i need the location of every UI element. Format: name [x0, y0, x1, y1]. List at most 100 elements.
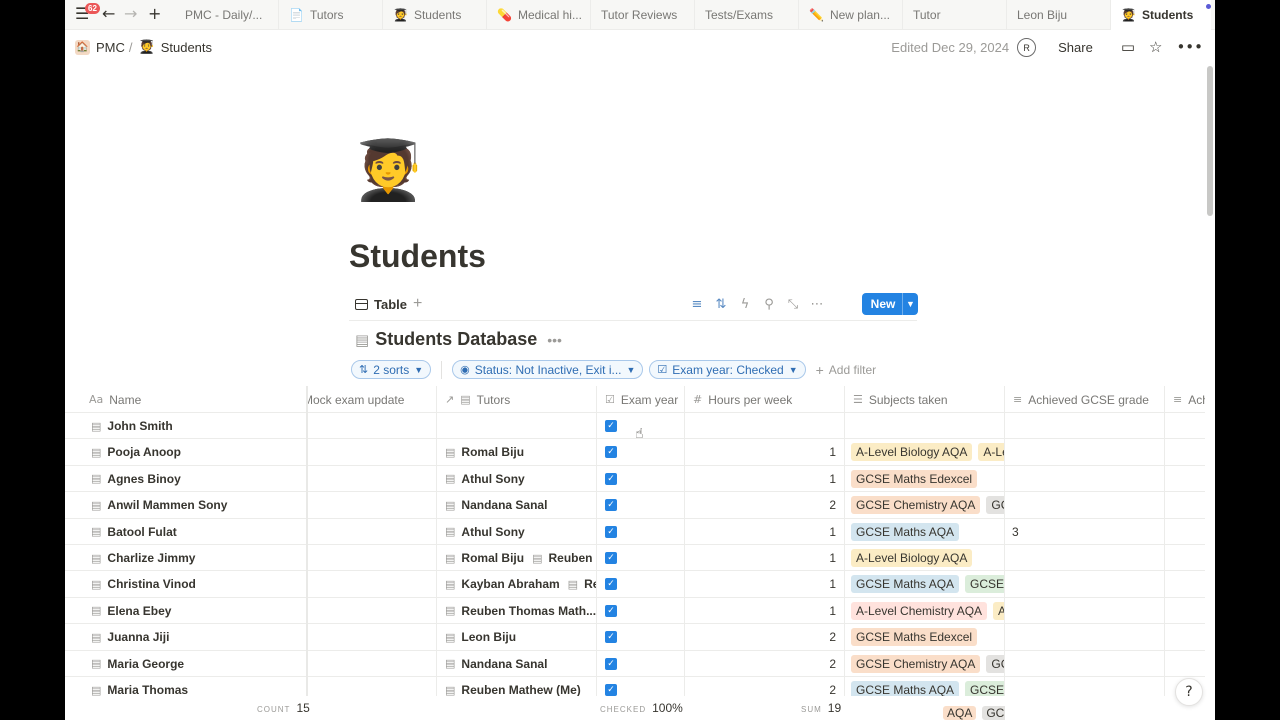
tutors-cell[interactable]: ▤ Romal Biju ▤ Reuben Th [437, 545, 597, 571]
hours-cell[interactable]: 2 [685, 624, 845, 651]
column-header-name[interactable]: Aa Name [65, 386, 307, 413]
table-row[interactable]: ▤ Elena Ebey ▤ Reuben Thomas Math... ✓ 1 A-Lev… [65, 597, 1205, 625]
add-view-icon[interactable]: + [413, 295, 422, 313]
subjects-cell[interactable]: GCSE Chemistry AQA GCSE [845, 492, 1005, 519]
browser-tab[interactable]: ✏️ New plan... [799, 0, 903, 30]
new-button[interactable]: New ▼ [862, 293, 918, 315]
subjects-cell[interactable]: GCSE Maths AQA GCSE Ph [845, 571, 1005, 598]
grade-cell[interactable]: 3 [1005, 518, 1165, 545]
extra-cell[interactable] [1165, 466, 1205, 492]
tutor-link[interactable]: Reuben Th [548, 551, 596, 565]
automation-icon[interactable]: ϟ [733, 297, 757, 312]
name-cell[interactable]: ▤ Elena Ebey [65, 597, 307, 624]
exam-year-cell[interactable]: ✓ [597, 518, 685, 545]
subjects-cell[interactable]: GCSE Maths Edexcel [845, 465, 1005, 492]
browser-tab[interactable]: 📄 Tutors [279, 0, 383, 30]
scrollbar[interactable] [1207, 66, 1213, 216]
table-row[interactable]: ▤ Batool Fulat ▤ Athul Sony ✓ 1 GCSE Maths AQA… [65, 518, 1205, 545]
exam-year-cell[interactable]: ✓ [597, 492, 685, 519]
subjects-cell[interactable]: A-Level Biology AQA A-Level [845, 439, 1005, 466]
tutor-link[interactable]: Reuben Thomas Math... [461, 604, 596, 618]
exam-year-filter-chip[interactable]: ☑ Exam year: Checked ▼ [649, 360, 806, 379]
grade-cell[interactable] [1005, 545, 1165, 571]
extra-cell[interactable] [1165, 519, 1205, 545]
checkbox-checked[interactable]: ✓ [605, 499, 617, 512]
table-row[interactable]: ▤ Charlize Jimmy ▤ Romal Biju ▤ Reuben Th ✓ 1 A-… [65, 545, 1205, 572]
tab-table[interactable]: Table [355, 297, 407, 312]
breadcrumb-current[interactable]: Students [161, 40, 212, 55]
tutors-cell[interactable]: ▤ Romal Biju [437, 439, 597, 466]
subjects-cell[interactable]: GCSE Chemistry AQA GCS [845, 650, 1005, 677]
table-row[interactable]: ▤ Anwil Mammen Sony ▤ Nandana Sanal ✓ 2 GCSE C… [65, 492, 1205, 519]
subjects-cell[interactable]: A-Level Biology AQA [845, 545, 1005, 571]
more-icon[interactable]: ••• [1176, 40, 1203, 55]
extra-cell[interactable] [1165, 413, 1205, 439]
name-cell[interactable]: ▤ Juanna Jiji [65, 624, 307, 651]
column-header-exam-year[interactable]: ☑ Exam year [597, 386, 685, 413]
grade-cell[interactable] [1005, 624, 1165, 651]
hours-cell[interactable]: 1 [685, 518, 845, 545]
table-row[interactable]: ▤ Pooja Anoop ▤ Romal Biju ✓ 1 A-Level Biology… [65, 439, 1205, 466]
expand-icon[interactable]: ⤡ [781, 297, 805, 312]
checkbox-checked[interactable]: ✓ [605, 657, 617, 670]
column-header-extra[interactable]: ≡ Ach [1165, 386, 1205, 413]
tutors-cell[interactable]: ▤ Nandana Sanal [437, 650, 597, 677]
status-filter-chip[interactable]: ◉ Status: Not Inactive, Exit i... ▼ [452, 360, 644, 379]
chevron-down-icon[interactable]: ▼ [902, 293, 918, 315]
table-row[interactable]: ▤ Agnes Binoy ▤ Athul Sony ✓ 1 GCSE Maths Edex… [65, 465, 1205, 493]
grade-cell[interactable] [1005, 413, 1165, 439]
hours-cell[interactable]: 2 [685, 492, 845, 519]
tutor-link[interactable]: Romal Biju [461, 551, 524, 565]
grade-cell[interactable] [1005, 650, 1165, 677]
grade-cell[interactable] [1005, 571, 1165, 598]
grade-cell[interactable] [1005, 597, 1165, 624]
star-icon[interactable]: ☆ [1149, 40, 1162, 55]
share-button[interactable]: Share [1058, 40, 1093, 55]
mock-exam-cell[interactable] [307, 624, 437, 651]
browser-tab[interactable]: 🧑‍🎓 Students [1111, 0, 1211, 30]
mock-exam-cell[interactable] [307, 597, 437, 624]
database-title-text[interactable]: Students Database [375, 329, 537, 350]
checkbox-checked[interactable]: ✓ [605, 684, 617, 696]
exam-year-cell[interactable]: ✓ [597, 624, 685, 651]
checkbox-checked[interactable]: ✓ [605, 631, 617, 644]
back-arrow-icon[interactable]: ← [102, 5, 115, 22]
tutor-link[interactable]: Reuben Mathew (Me) [461, 683, 580, 697]
checkbox-checked[interactable]: ✓ [605, 525, 617, 538]
add-filter-button[interactable]: + Add filter [816, 362, 877, 378]
column-header-grade[interactable]: ≡ Achieved GCSE grade [1005, 386, 1165, 413]
browser-tab[interactable]: PMC - Daily/... [175, 0, 279, 30]
tutor-link[interactable]: Romal Biju [461, 445, 524, 459]
subjects-cell[interactable] [845, 413, 1005, 439]
more-options-icon[interactable]: ⋯ [805, 297, 829, 312]
browser-tab[interactable]: Tutor [903, 0, 1007, 30]
checkbox-checked[interactable]: ✓ [605, 446, 617, 459]
filter-icon[interactable]: ≡ [685, 297, 709, 312]
grade-cell[interactable] [1005, 492, 1165, 519]
name-cell[interactable]: ▤ Pooja Anoop [65, 439, 307, 466]
exam-year-cell[interactable]: ✓ [597, 439, 685, 466]
page-title[interactable]: Students [349, 238, 486, 275]
checkbox-checked[interactable]: ✓ [605, 420, 617, 432]
tutor-link[interactable]: Kayban Abraham [461, 577, 559, 591]
tutor-link[interactable]: Leon Biju [461, 630, 516, 644]
subjects-cell[interactable]: A-Level Chemistry AQA A- [845, 597, 1005, 624]
name-cell[interactable]: ▤ Christina Vinod [65, 571, 307, 598]
exam-year-cell[interactable]: ✓ [597, 465, 685, 492]
subjects-cell[interactable]: GCSE Maths AQA [845, 518, 1005, 545]
sum-calculation[interactable]: SUM 19 [801, 701, 841, 715]
extra-cell[interactable] [1165, 598, 1205, 624]
name-cell[interactable]: ▤ John Smith [65, 413, 307, 439]
tutor-link[interactable]: Athul Sony [461, 472, 524, 486]
extra-cell[interactable] [1165, 651, 1205, 677]
forward-arrow-icon[interactable]: → [124, 5, 137, 22]
mock-exam-cell[interactable] [307, 465, 437, 492]
hours-cell[interactable]: 1 [685, 571, 845, 598]
browser-tab[interactable]: 💊 Medical hi... [487, 0, 591, 30]
browser-tab[interactable]: Tests/Exams [695, 0, 799, 30]
column-header-mock[interactable]: Mock exam update [307, 386, 437, 413]
column-header-subjects[interactable]: ☰ Subjects taken [845, 386, 1005, 413]
extra-cell[interactable] [1165, 545, 1205, 571]
checkbox-checked[interactable]: ✓ [605, 604, 617, 617]
count-calculation[interactable]: COUNT 15 [257, 701, 310, 715]
